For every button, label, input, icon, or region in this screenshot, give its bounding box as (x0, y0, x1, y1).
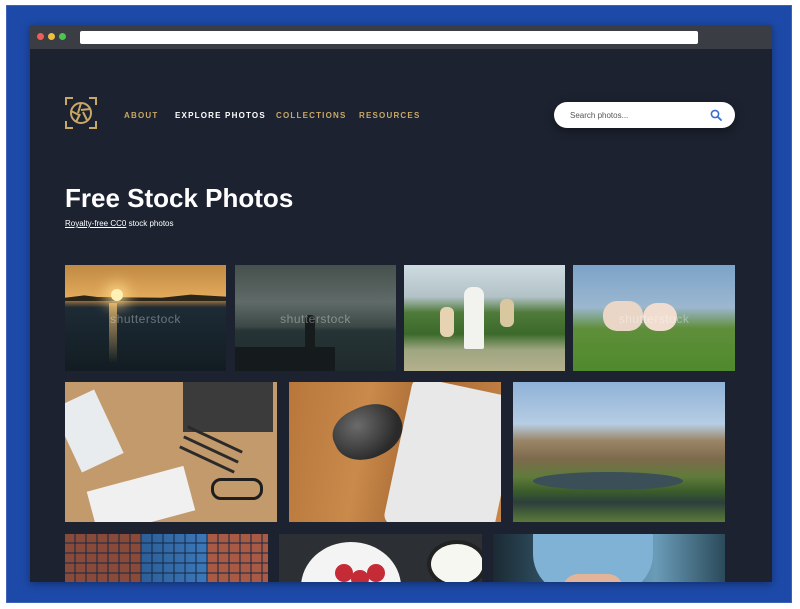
photo-watermark: shutterstock (110, 311, 181, 326)
browser-window: ABOUT EXPLORE PHOTOS COLLECTIONS RESOURC… (30, 25, 772, 582)
website: ABOUT EXPLORE PHOTOS COLLECTIONS RESOURC… (30, 49, 772, 582)
nav-collections[interactable]: COLLECTIONS (276, 111, 347, 120)
browser-toolbar (30, 25, 772, 49)
photo-child (500, 299, 514, 327)
royalty-free-link[interactable]: Royalty-free CC0 (65, 219, 126, 228)
photo-raspberry (367, 564, 385, 582)
photo-river (533, 472, 683, 490)
photo-sparkler[interactable] (493, 534, 725, 582)
photo-watermark: shutterstock (618, 311, 690, 326)
photo-tablet (183, 382, 273, 432)
photo-windows (65, 534, 268, 582)
photo-father (464, 287, 484, 349)
subtitle-text: stock photos (126, 219, 174, 228)
address-bar[interactable] (80, 31, 698, 44)
photo-child (440, 307, 454, 337)
photo-glasses (211, 478, 263, 500)
nav-about[interactable]: ABOUT (124, 111, 158, 120)
photo-family-park[interactable] (404, 265, 565, 371)
page-subtitle: Royalty-free CC0 stock photos (65, 219, 174, 228)
nav-explore-photos[interactable]: EXPLORE PHOTOS (175, 111, 266, 120)
search-box (554, 102, 735, 128)
photo-paper (65, 389, 124, 473)
photo-laptop (382, 382, 501, 522)
photo-mouse-laptop[interactable] (289, 382, 501, 522)
photo-cream-bowl (427, 540, 482, 582)
nav-resources[interactable]: RESOURCES (359, 111, 420, 120)
close-window-dot[interactable] (37, 33, 44, 40)
photo-watermark: shutterstock (280, 311, 351, 326)
photo-buildings[interactable] (65, 534, 268, 582)
photo-notebook (86, 465, 196, 522)
search-icon[interactable] (710, 109, 722, 121)
photo-sun (111, 289, 123, 301)
photo-couple-grass[interactable]: shutterstock (573, 265, 735, 371)
photo-canyon-river[interactable] (513, 382, 725, 522)
minimize-window-dot[interactable] (48, 33, 55, 40)
photo-sunset[interactable]: shutterstock (65, 265, 226, 371)
photo-storm-pier[interactable]: shutterstock (235, 265, 396, 371)
photo-desk-flatlay[interactable] (65, 382, 277, 522)
photo-hands (563, 574, 623, 582)
photo-hills (65, 294, 226, 301)
photo-pier (235, 347, 335, 371)
maximize-window-dot[interactable] (59, 33, 66, 40)
page-title: Free Stock Photos (65, 183, 294, 213)
search-input[interactable] (570, 109, 700, 121)
aperture-logo-icon[interactable] (64, 96, 98, 130)
photo-raspberries[interactable] (279, 534, 482, 582)
